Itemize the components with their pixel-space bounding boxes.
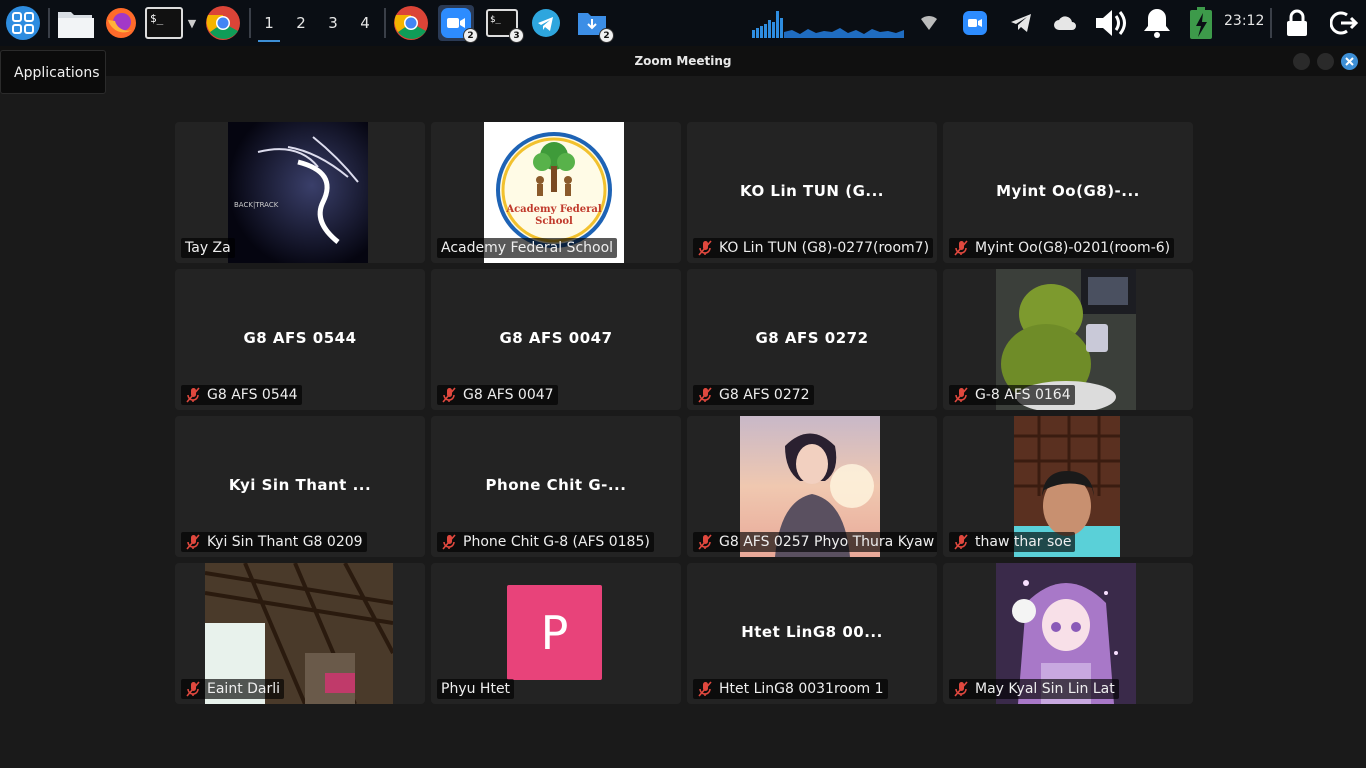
participant-tile[interactable]: BACK|TRACK Tay Za (175, 122, 425, 263)
participant-name: Htet LinG8 0031room 1 (693, 679, 888, 699)
svg-text:$_: $_ (150, 12, 164, 25)
avatar: P (507, 585, 602, 680)
workspace-4-button[interactable]: 4 (350, 8, 380, 38)
participant-display-name: G8 AFS 0544 (243, 329, 357, 347)
participant-tile[interactable]: Kyi Sin Thant ... Kyi Sin Thant G8 0209 (175, 416, 425, 557)
lock-icon[interactable] (1282, 5, 1312, 41)
participant-video: BACK|TRACK (228, 122, 368, 263)
muted-mic-icon (185, 534, 201, 550)
workspace-1-button[interactable]: 1 (254, 8, 284, 42)
downloads-window-count-badge: 2 (599, 28, 614, 43)
participant-tile[interactable]: G8 AFS 0544 G8 AFS 0544 (175, 269, 425, 410)
participant-name: G8 AFS 0272 (693, 385, 814, 405)
muted-mic-icon (697, 681, 713, 697)
battery-charging-icon[interactable] (1186, 5, 1216, 41)
zoom-taskbar-icon[interactable]: 2 (438, 5, 478, 43)
participant-display-name: Htet LinG8 00... (741, 623, 883, 641)
participant-tile[interactable]: G8 AFS 0047 G8 AFS 0047 (431, 269, 681, 410)
participant-tile[interactable]: Academy Federal School Academy Federal S… (431, 122, 681, 263)
telegram-tray-icon[interactable] (1006, 5, 1036, 41)
firefox-icon[interactable] (101, 5, 141, 41)
muted-mic-icon (953, 387, 969, 403)
participant-name: May Kyal Sin Lin Lat (949, 679, 1119, 699)
clock[interactable]: 23:12 (1224, 13, 1264, 29)
wifi-icon[interactable] (915, 5, 943, 41)
participant-tile[interactable]: May Kyal Sin Lin Lat (943, 563, 1193, 704)
maximize-button[interactable] (1317, 53, 1334, 70)
terminal-window-count-badge: 3 (509, 28, 524, 43)
participant-display-name: G8 AFS 0272 (755, 329, 869, 347)
close-icon (1345, 57, 1354, 66)
terminal-window-icon[interactable]: $_ 3 (484, 5, 524, 43)
participant-name: G8 AFS 0544 (181, 385, 302, 405)
muted-mic-icon (697, 534, 713, 550)
participant-tile[interactable]: KO Lin TUN (G... KO Lin TUN (G8)-0277(ro… (687, 122, 937, 263)
participant-name: G8 AFS 0047 (437, 385, 558, 405)
logout-icon[interactable] (1328, 5, 1360, 41)
participant-name: G8 AFS 0257 Phyo Thura Kyaw (693, 532, 937, 552)
muted-mic-icon (953, 240, 969, 256)
svg-text:BACK|TRACK: BACK|TRACK (234, 201, 279, 209)
participant-name: Academy Federal School (437, 238, 618, 258)
participant-tile[interactable]: G-8 AFS 0164 (943, 269, 1193, 410)
svg-text:School: School (535, 216, 573, 227)
zoom-tray-icon[interactable] (960, 5, 990, 41)
volume-icon[interactable] (1092, 5, 1130, 41)
muted-mic-icon (953, 681, 969, 697)
muted-mic-icon (185, 681, 201, 697)
participant-tile[interactable]: Htet LinG8 00... Htet LinG8 0031room 1 (687, 563, 937, 704)
chrome-window-icon[interactable] (391, 5, 431, 41)
svg-text:$_: $_ (490, 15, 501, 25)
chrome-icon[interactable] (203, 5, 243, 41)
app-grid-icon[interactable] (3, 5, 43, 41)
participant-tile[interactable]: Eaint Darli (175, 563, 425, 704)
zoom-window-count-badge: 2 (463, 28, 478, 43)
participant-tile[interactable]: thaw thar soe (943, 416, 1193, 557)
muted-mic-icon (953, 534, 969, 550)
muted-mic-icon (185, 387, 201, 403)
telegram-icon[interactable] (528, 5, 564, 41)
downloads-folder-icon[interactable]: 2 (574, 5, 614, 43)
workspace-2-button[interactable]: 2 (286, 8, 316, 38)
participant-display-name: Kyi Sin Thant ... (228, 476, 372, 494)
participant-tile[interactable]: G8 AFS 0272 G8 AFS 0272 (687, 269, 937, 410)
participant-name: Phone Chit G-8 (AFS 0185) (437, 532, 654, 552)
participant-tile[interactable]: G8 AFS 0257 Phyo Thura Kyaw (687, 416, 937, 557)
participant-tile[interactable]: Phone Chit G-... Phone Chit G-8 (AFS 018… (431, 416, 681, 557)
network-activity-graph (752, 5, 906, 41)
participant-display-name: Myint Oo(G8)-... (996, 182, 1140, 200)
participant-name: Eaint Darli (181, 679, 285, 699)
svg-text:Academy Federal: Academy Federal (505, 204, 602, 215)
participant-name: Myint Oo(G8)-0201(room-6) (949, 238, 1175, 258)
muted-mic-icon (441, 387, 457, 403)
minimize-button[interactable] (1293, 53, 1310, 70)
terminal-icon[interactable]: $_ (144, 5, 184, 41)
workspace-3-button[interactable]: 3 (318, 8, 348, 38)
participant-tile[interactable]: P Phyu Htet (431, 563, 681, 704)
muted-mic-icon (441, 534, 457, 550)
participant-name: Tay Za (181, 238, 235, 258)
participant-name: Kyi Sin Thant G8 0209 (181, 532, 367, 552)
participant-name: thaw thar soe (949, 532, 1076, 552)
chevron-down-icon[interactable]: ▼ (185, 5, 199, 41)
window-title: Zoom Meeting (0, 46, 1366, 76)
notifications-bell-icon[interactable] (1138, 5, 1176, 41)
top-panel: $_ ▼ 1 2 3 4 2 $_ 3 2 23:12 (0, 0, 1366, 46)
muted-mic-icon (697, 387, 713, 403)
participant-display-name: KO Lin TUN (G... (740, 182, 884, 200)
close-button[interactable] (1341, 53, 1358, 70)
cloud-sync-icon[interactable] (1050, 5, 1080, 41)
participant-name: Phyu Htet (437, 679, 515, 699)
applications-tooltip: Applications (0, 50, 106, 94)
participant-name: G-8 AFS 0164 (949, 385, 1075, 405)
participant-tile[interactable]: Myint Oo(G8)-... Myint Oo(G8)-0201(room-… (943, 122, 1193, 263)
file-manager-icon[interactable] (55, 5, 95, 41)
participant-display-name: G8 AFS 0047 (499, 329, 613, 347)
participant-name: KO Lin TUN (G8)-0277(room7) (693, 238, 934, 258)
muted-mic-icon (697, 240, 713, 256)
participant-display-name: Phone Chit G-... (485, 476, 627, 494)
